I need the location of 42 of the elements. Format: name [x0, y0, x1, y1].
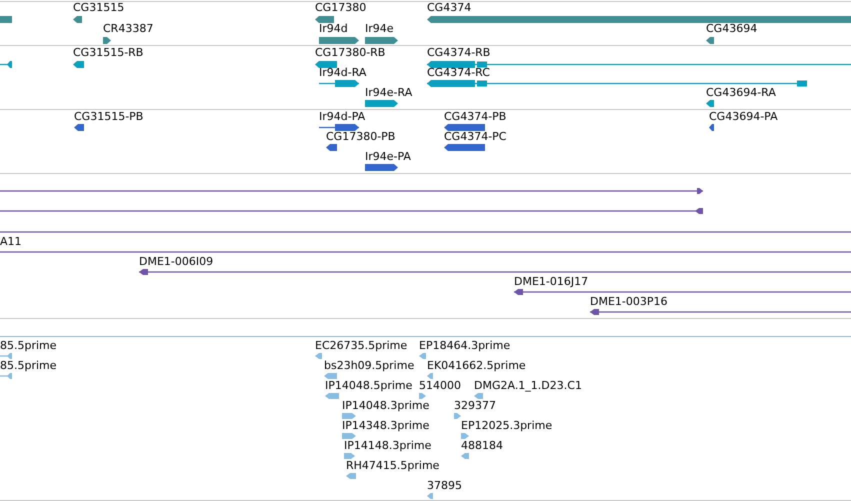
- feature-label: 85.5prime: [0, 360, 57, 372]
- feature-label: CG43694-RA: [706, 87, 776, 99]
- feature-label: Ir94e: [365, 23, 394, 35]
- feature-label: CG4374-PB: [444, 111, 506, 123]
- feature-label: EP12025.3prime: [461, 420, 552, 432]
- feature-label: 488184: [461, 440, 503, 452]
- feature-label: IP14348.3prime: [342, 420, 430, 432]
- feature-label: 514000: [419, 380, 461, 392]
- feature-label: RH47415.5prime: [346, 460, 440, 472]
- feature-label: DME1-006I09: [139, 256, 214, 268]
- feature-label: CG31515-PB: [74, 111, 144, 123]
- feature-label: A11: [0, 236, 22, 248]
- feature-label: DMG2A.1_1.D23.C1: [474, 380, 582, 392]
- feature-label: IP14148.3prime: [344, 440, 432, 452]
- feature-label: CG31515: [73, 2, 124, 14]
- feature-label: CG4374: [427, 2, 472, 14]
- feature-label: 329377: [454, 400, 496, 412]
- feature-label: EP18464.3prime: [419, 340, 510, 352]
- feature-label: CG17380-RB: [315, 47, 386, 59]
- feature-label: bs23h09.5prime: [324, 360, 414, 372]
- feature-label: CG43694: [706, 23, 758, 35]
- feature-label: DME1-003P16: [590, 296, 668, 308]
- feature-label: CG4374-RB: [427, 47, 490, 59]
- feature-label: DME1-016J17: [514, 276, 588, 288]
- feature-label: EK041662.5prime: [427, 360, 526, 372]
- feature-label: 37895: [427, 480, 462, 492]
- feature-label: CG43694-PA: [709, 111, 778, 123]
- feature-label: Ir94e-RA: [365, 87, 412, 99]
- feature-label: Ir94d-PA: [319, 111, 366, 123]
- feature-label: Ir94d-RA: [319, 67, 366, 79]
- feature-label: CG17380-PB: [326, 131, 396, 143]
- feature-label: Ir94d: [319, 23, 348, 35]
- feature-label: CG31515-RB: [73, 47, 144, 59]
- feature-label: CG4374-PC: [444, 131, 506, 143]
- feature-label: 85.5prime: [0, 340, 57, 352]
- feature-label: IP14048.3prime: [342, 400, 430, 412]
- feature-label: IP14048.5prime: [325, 380, 412, 392]
- feature-label: CG4374-RC: [427, 67, 490, 79]
- feature-label: Ir94e-PA: [365, 151, 411, 163]
- feature-label: CR43387: [103, 23, 154, 35]
- feature-label: CG17380: [315, 2, 366, 14]
- feature-label: EC26735.5prime: [315, 340, 408, 352]
